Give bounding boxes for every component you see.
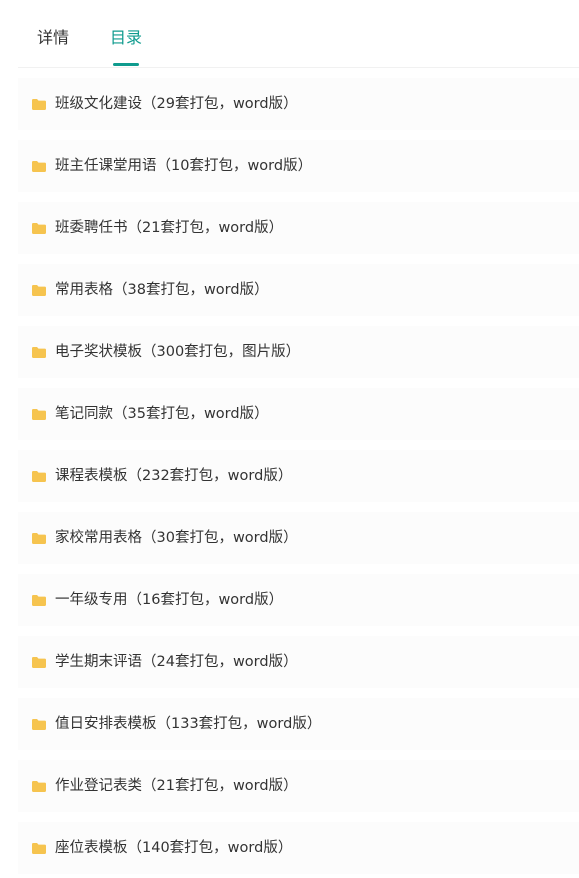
list-item-label: 班主任课堂用语（10套打包，word版） [55,158,313,174]
list-item-label: 笔记同款（35套打包，word版） [55,406,269,422]
list-item[interactable]: 电子奖状模板（300套打包，图片版） [18,326,579,378]
list-item[interactable]: 座位表模板（140套打包，word版） [18,822,579,874]
folder-icon [32,532,46,544]
folder-icon [32,470,46,482]
list-item[interactable]: 值日安排表模板（133套打包，word版） [18,698,579,750]
list-item[interactable]: 作业登记表类（21套打包，word版） [18,760,579,812]
list-item-label: 电子奖状模板（300套打包，图片版） [55,344,301,360]
tab-details[interactable]: 详情 [37,27,69,49]
folder-icon [32,98,46,110]
folder-icon [32,656,46,668]
list-item[interactable]: 班主任课堂用语（10套打包，word版） [18,140,579,192]
catalog-list: 班级文化建设（29套打包，word版） 班主任课堂用语（10套打包，word版）… [0,68,579,874]
active-tab-indicator [113,63,139,66]
list-item[interactable]: 班委聘任书（21套打包，word版） [18,202,579,254]
list-item-label: 家校常用表格（30套打包，word版） [55,530,298,546]
list-item-label: 常用表格（38套打包，word版） [55,282,269,298]
list-item[interactable]: 学生期末评语（24套打包，word版） [18,636,579,688]
list-item-label: 学生期末评语（24套打包，word版） [55,654,298,670]
folder-icon [32,842,46,854]
list-item-label: 班委聘任书（21套打包，word版） [55,220,284,236]
list-item-label: 班级文化建设（29套打包，word版） [55,96,298,112]
list-item[interactable]: 课程表模板（232套打包，word版） [18,450,579,502]
folder-icon [32,408,46,420]
list-item-label: 值日安排表模板（133套打包，word版） [55,716,322,732]
folder-icon [32,222,46,234]
list-item[interactable]: 笔记同款（35套打包，word版） [18,388,579,440]
list-item[interactable]: 家校常用表格（30套打包，word版） [18,512,579,564]
folder-icon [32,284,46,296]
list-item[interactable]: 班级文化建设（29套打包，word版） [18,78,579,130]
list-item-label: 一年级专用（16套打包，word版） [55,592,284,608]
tab-catalog[interactable]: 目录 [110,27,142,49]
list-item-label: 课程表模板（232套打包，word版） [55,468,293,484]
folder-icon [32,346,46,358]
folder-icon [32,780,46,792]
list-item[interactable]: 一年级专用（16套打包，word版） [18,574,579,626]
list-item-label: 作业登记表类（21套打包，word版） [55,778,298,794]
tab-bar: 详情 目录 [18,0,579,68]
list-item-label: 座位表模板（140套打包，word版） [55,840,293,856]
folder-icon [32,594,46,606]
list-item[interactable]: 常用表格（38套打包，word版） [18,264,579,316]
folder-icon [32,718,46,730]
folder-icon [32,160,46,172]
